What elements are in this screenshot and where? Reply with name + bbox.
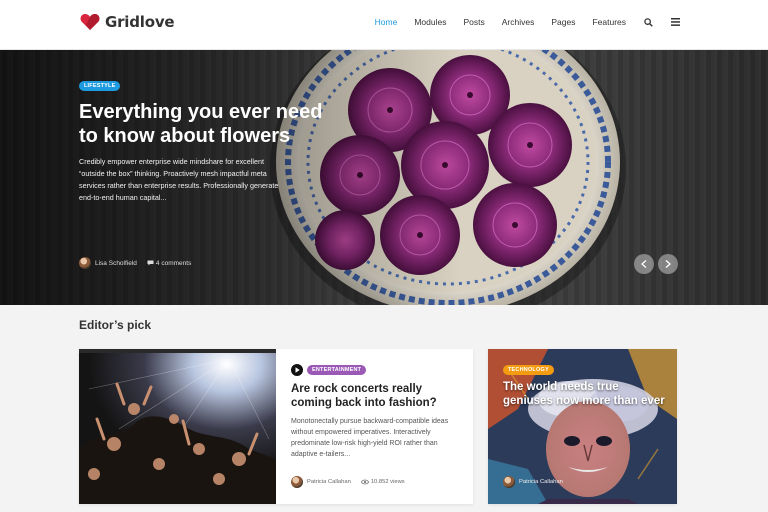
post-card-rock-concerts[interactable]: ENTERTAINMENT Are rock concerts really c…: [79, 349, 473, 504]
comment-icon: [147, 260, 154, 266]
slider-prev-button[interactable]: [634, 254, 654, 274]
category-badge-technology[interactable]: TECHNOLOGY: [503, 365, 554, 375]
author-name[interactable]: Patricia Callahan: [519, 479, 563, 485]
category-badge-lifestyle[interactable]: LIFESTYLE: [79, 81, 121, 91]
nav-posts[interactable]: Posts: [463, 17, 484, 27]
card-meta: Patricia Callahan 10.852 views: [291, 476, 405, 488]
nav-home[interactable]: Home: [375, 17, 398, 27]
main-nav: Home Modules Posts Archives Pages Featur…: [358, 17, 680, 27]
nav-features[interactable]: Features: [592, 17, 626, 27]
eye-icon: [360, 479, 369, 485]
hero-meta: Lisa Scholfield 4 comments: [79, 257, 191, 269]
heart-logo-icon: [80, 14, 100, 30]
comments-count: 4 comments: [155, 259, 192, 267]
video-play-icon[interactable]: [291, 364, 303, 376]
chevron-left-icon: [641, 260, 647, 268]
section-title-editors-pick: Editor’s pick: [79, 318, 152, 332]
category-badge-entertainment[interactable]: ENTERTAINMENT: [307, 365, 367, 375]
nav-modules[interactable]: Modules: [414, 17, 446, 27]
card-title[interactable]: The world needs true geniuses now more t…: [503, 380, 668, 408]
hero-featured-post[interactable]: LIFESTYLE Everything you ever need to kn…: [0, 50, 768, 305]
logo-text: Gridlove: [105, 13, 175, 31]
nav-pages[interactable]: Pages: [551, 17, 575, 27]
author-avatar[interactable]: [503, 476, 515, 488]
menu-icon[interactable]: [670, 17, 680, 27]
post-card-true-geniuses[interactable]: TECHNOLOGY The world needs true geniuses…: [488, 349, 677, 504]
author-name[interactable]: Lisa Scholfield: [95, 260, 137, 267]
author-name[interactable]: Patricia Callahan: [307, 479, 351, 485]
hero-excerpt: Credibly empower enterprise wide mindsha…: [79, 157, 279, 202]
author-avatar[interactable]: [291, 476, 303, 488]
card-body: ENTERTAINMENT Are rock concerts really c…: [291, 364, 461, 460]
site-header: Gridlove Home Modules Posts Archives Pag…: [0, 0, 768, 50]
card-title[interactable]: Are rock concerts really coming back int…: [291, 382, 461, 410]
card-meta: Patricia Callahan: [503, 476, 563, 488]
concert-photo: [79, 349, 276, 504]
concert-image[interactable]: [79, 349, 276, 504]
search-icon[interactable]: [643, 17, 653, 27]
card-excerpt: Monotonectally pursue backward-compatibl…: [291, 418, 449, 458]
slider-next-button[interactable]: [658, 254, 678, 274]
views-count: 10.852 views: [370, 479, 405, 485]
nav-archives[interactable]: Archives: [502, 17, 535, 27]
author-avatar[interactable]: [79, 257, 91, 269]
hero-title[interactable]: Everything you ever need to know about f…: [79, 100, 329, 148]
comments-link[interactable]: 4 comments: [147, 260, 191, 267]
site-logo[interactable]: Gridlove: [80, 13, 175, 31]
card-badges: ENTERTAINMENT: [291, 364, 461, 376]
chevron-right-icon: [665, 260, 671, 268]
views-count-group: 10.852 views: [360, 479, 405, 485]
